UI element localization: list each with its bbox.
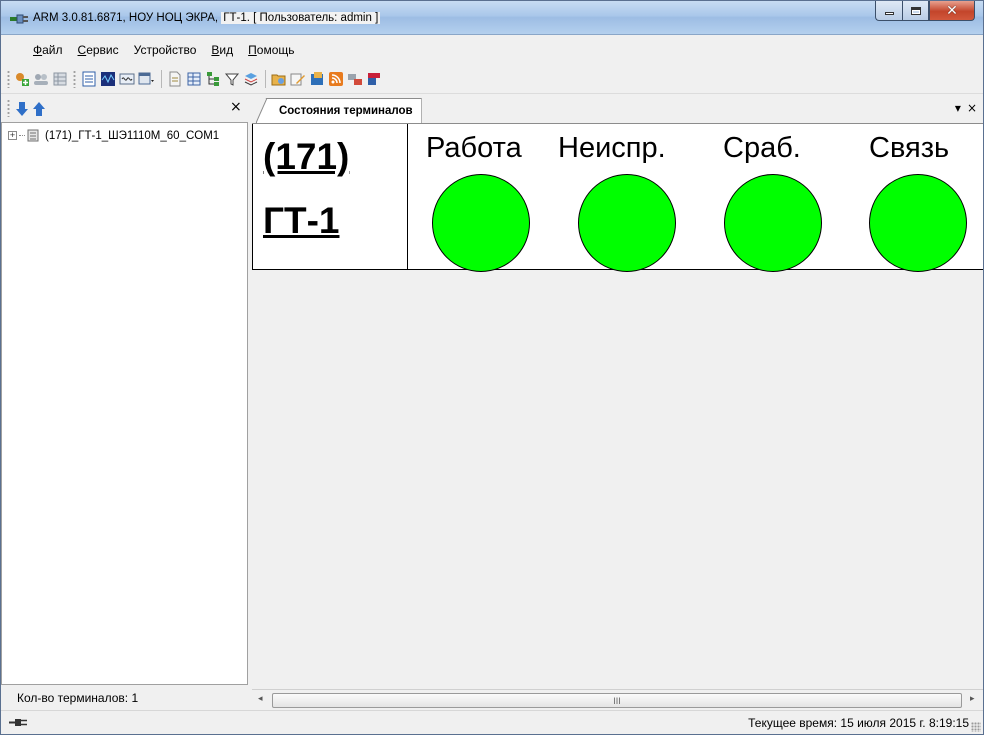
tab-menu-button[interactable]: ▾ <box>955 101 961 115</box>
maximize-icon <box>910 6 921 15</box>
tab-close-button[interactable]: × <box>967 101 977 115</box>
menu-service[interactable]: Сервис <box>78 43 119 57</box>
tab-terminal-states[interactable]: Состояния терминалов <box>256 98 422 123</box>
terminals-panel: × + (171)_ГТ-1_ШЭ1110М_60_COM1 Кол-во те… <box>1 95 248 710</box>
title-bar[interactable]: ARM 3.0.81.6871, НОУ НОЦ ЭКРА, ГТ-1. [ П… <box>1 1 983 35</box>
resize-grip[interactable] <box>971 722 981 732</box>
indicator-led-work <box>432 174 530 272</box>
minimize-icon <box>884 12 894 15</box>
indicator-label-fault: Неиспр. <box>558 132 666 164</box>
document-icon[interactable] <box>167 71 183 87</box>
window-title-user: ГТ-1. [ Пользователь: admin ] <box>221 12 381 24</box>
tree-connector <box>19 135 25 136</box>
tab-controls: ▾ × <box>955 101 977 115</box>
window-title: ARM 3.0.81.6871, НОУ НОЦ ЭКРА, ГТ-1. [ П… <box>33 12 381 24</box>
horizontal-scrollbar[interactable]: ◂ III ▸ <box>252 689 983 710</box>
status-bar: Текущее время: 15 июля 2015 г. 8:19:15 <box>1 710 983 734</box>
app-window: ARM 3.0.81.6871, НОУ НОЦ ЭКРА, ГТ-1. [ П… <box>0 0 984 735</box>
menu-device[interactable]: Устройство <box>134 43 197 57</box>
terminal-number: (171) <box>263 136 350 177</box>
main-toolbar <box>1 65 983 94</box>
current-time: Текущее время: 15 июля 2015 г. 8:19:15 <box>748 716 969 730</box>
list-icon[interactable] <box>81 71 97 87</box>
minimize-button[interactable] <box>875 1 902 21</box>
toolbar-grip[interactable] <box>7 70 10 88</box>
terminal-name-box[interactable]: (171) ГТ-1 <box>252 124 408 270</box>
scroll-left-button[interactable]: ◂ <box>258 694 263 704</box>
archive-icon[interactable] <box>309 71 325 87</box>
maximize-button[interactable] <box>902 1 929 21</box>
indicator-label-trip: Сраб. <box>723 132 801 164</box>
users-icon[interactable] <box>33 71 49 87</box>
indicator-led-fault <box>578 174 676 272</box>
rss-icon[interactable] <box>328 71 344 87</box>
scroll-thumb[interactable]: III <box>272 693 962 708</box>
table-icon[interactable] <box>186 71 202 87</box>
panel-grip[interactable] <box>7 99 10 117</box>
arrow-up-icon[interactable] <box>32 101 46 117</box>
toolbar-grip-2[interactable] <box>73 70 76 88</box>
connection-plug-icon <box>9 719 27 726</box>
menu-help[interactable]: Помощь <box>248 43 294 57</box>
close-button[interactable]: ✕ <box>929 1 975 21</box>
grid-icon[interactable] <box>52 71 68 87</box>
terminal-name: ГТ-1 <box>263 200 340 241</box>
indicator-led-trip <box>724 174 822 272</box>
close-icon: ✕ <box>946 2 958 19</box>
edit-icon[interactable] <box>290 71 306 87</box>
tree-node-terminal[interactable]: + (171)_ГТ-1_ШЭ1110М_60_COM1 <box>8 129 219 142</box>
tree-expander[interactable]: + <box>8 131 17 140</box>
add-terminal-icon[interactable] <box>14 71 30 87</box>
menu-file[interactable]: Файл <box>33 43 63 57</box>
terminal-status-panel: (171) ГТ-1 Работа Неиспр. Сраб. Связь <box>252 124 983 272</box>
toolbar-separator-2 <box>265 70 266 88</box>
scroll-thumb-grip: III <box>613 695 621 706</box>
terminal-states-view: (171) ГТ-1 Работа Неиспр. Сраб. Связь <box>252 123 983 689</box>
tree-structure-icon[interactable] <box>205 71 221 87</box>
scroll-right-button[interactable]: ▸ <box>970 694 975 704</box>
indicator-label-link: Связь <box>869 132 950 164</box>
terminals-panel-toolbar: × <box>1 95 248 122</box>
terminal-count: Кол-во терминалов: 1 <box>17 690 139 705</box>
network-plug-icon <box>10 14 28 24</box>
wave-icon[interactable] <box>119 71 135 87</box>
layers-icon[interactable] <box>243 71 259 87</box>
indicator-led-link <box>869 174 967 272</box>
oscillogram-icon[interactable] <box>100 71 116 87</box>
bookmark-icon[interactable] <box>366 71 382 87</box>
filter-icon[interactable] <box>224 71 240 87</box>
window-controls: ✕ <box>875 1 975 21</box>
arrow-down-icon[interactable] <box>15 101 29 117</box>
network-icon[interactable] <box>347 71 363 87</box>
menu-view[interactable]: Вид <box>211 43 233 57</box>
document-area: Состояния терминалов ▾ × (171) ГТ-1 Рабо… <box>252 95 983 710</box>
terminal-device-icon <box>27 129 39 142</box>
tab-slant-edge <box>256 98 268 123</box>
toolbar-separator <box>161 70 162 88</box>
folder-open-icon[interactable] <box>271 71 287 87</box>
tab-label: Состояния терминалов <box>279 105 413 117</box>
tab-strip: Состояния терминалов ▾ × <box>252 95 983 123</box>
window-title-prefix: ARM 3.0.81.6871, НОУ НОЦ ЭКРА, <box>33 12 222 24</box>
indicator-label-work: Работа <box>426 132 522 164</box>
menu-bar: Файл Сервис Устройство Вид Помощь <box>1 35 983 65</box>
terminal-tree[interactable]: + (171)_ГТ-1_ШЭ1110М_60_COM1 <box>1 122 248 685</box>
panel-close-button[interactable]: × <box>230 99 242 115</box>
tree-node-label: (171)_ГТ-1_ШЭ1110М_60_COM1 <box>45 129 220 142</box>
window-dropdown-icon[interactable] <box>138 71 154 87</box>
